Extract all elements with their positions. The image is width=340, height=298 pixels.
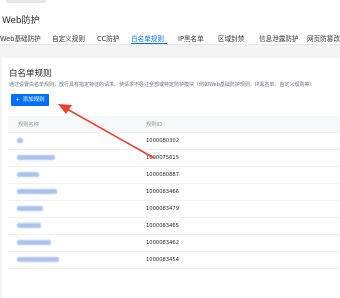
table-row[interactable]: 1000083454: [8, 252, 340, 269]
card-description: 通过设置白名单规则，放行具有指定特征的请求。使请求不经过全部或特定防护模块（例如…: [9, 82, 315, 88]
rule-id-cell: 1000080302: [146, 138, 180, 144]
rule-id-cell: 1000075615: [146, 155, 180, 161]
tab-cc[interactable]: CC防护: [97, 33, 119, 43]
redacted-rule-name: [17, 189, 57, 194]
tab-info-leak[interactable]: 信息泄露防护: [259, 33, 299, 43]
rule-id-cell: 1000083465: [146, 223, 180, 229]
tab-bar: Web基础防护 自定义规则 CC防护 白名单规则 IP黑名单 区域封禁 信息泄露…: [0, 33, 340, 44]
rule-id-cell: 1000083454: [146, 257, 180, 263]
table-row[interactable]: 1000083462: [8, 235, 340, 252]
top-bar: Web防护 Web基础防护 自定义规则 CC防护 白名单规则 IP黑名单 区域封…: [0, 0, 340, 45]
redacted-rule-name: [17, 155, 55, 160]
tab-whitelist[interactable]: 白名单规则: [131, 33, 164, 43]
active-tab-indicator: [131, 43, 167, 44]
rule-id-cell: 1000083479: [146, 206, 180, 212]
page-title: Web防护: [2, 16, 40, 26]
table-row[interactable]: 1000080302: [8, 133, 340, 150]
redacted-rule-name: [17, 206, 43, 211]
column-header-rule-id: 规则ID: [146, 122, 162, 128]
rule-id-cell: 1000083462: [146, 240, 180, 246]
table-row[interactable]: 1000083479: [8, 201, 340, 218]
card-title: 白名单规则: [9, 69, 52, 79]
rule-id-cell: 1000080887: [146, 172, 180, 178]
redacted-rule-name: [17, 240, 51, 245]
add-rule-button[interactable]: + 添加规则: [11, 94, 49, 106]
tab-ip-blacklist[interactable]: IP黑名单: [178, 33, 204, 43]
whitelist-card: 白名单规则 通过设置白名单规则，放行具有指定特征的请求。使请求不经过全部或特定防…: [2, 58, 340, 298]
top-bar-stub: [6, 0, 46, 3]
table-row[interactable]: 1000080887: [8, 167, 340, 184]
redacted-rule-name: [17, 138, 23, 143]
tab-web-basic[interactable]: Web基础防护: [0, 33, 41, 43]
plus-icon: +: [15, 97, 20, 103]
redacted-rule-name: [17, 172, 39, 177]
rule-id-cell: 1000083466: [146, 189, 180, 195]
column-header-rule-name: 规则名称: [18, 122, 39, 128]
table-row[interactable]: 1000075615: [8, 150, 340, 167]
table-row[interactable]: 1000083465: [8, 218, 340, 235]
redacted-rule-name: [17, 223, 41, 228]
table-row[interactable]: 1000083466: [8, 184, 340, 201]
tab-region-block[interactable]: 区域封禁: [218, 33, 244, 43]
tab-custom-rules[interactable]: 自定义规则: [52, 33, 85, 43]
add-rule-label: 添加规则: [22, 97, 45, 103]
table-header: 规则名称 规则ID: [8, 116, 340, 133]
tab-anti-tamper[interactable]: 网页防篡改: [307, 33, 340, 43]
redacted-rule-name: [17, 257, 59, 262]
